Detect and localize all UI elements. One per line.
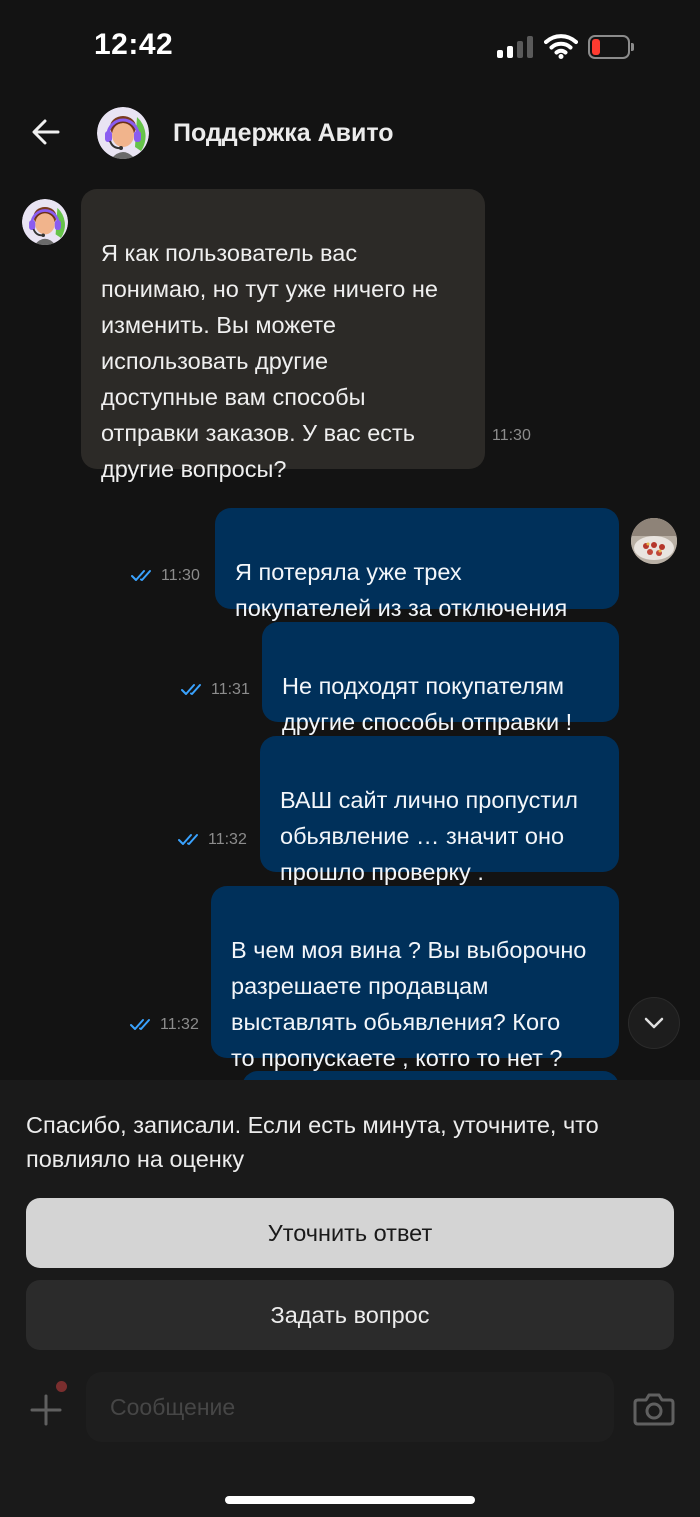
message-input[interactable]: Сообщение [86,1372,614,1442]
outgoing-message-bubble[interactable]: В чем моя вина ? Вы выборочно разрешаете… [211,886,619,1071]
status-bar: 12:42 [0,0,700,92]
feedback-sheet: Спасибо, записали. Если есть минута, уто… [0,1080,700,1517]
support-agent-avatar-icon [22,199,68,245]
message-text: Я как пользователь вас понимаю, но тут у… [101,240,438,482]
clarify-answer-button[interactable]: Уточнить ответ [26,1198,674,1268]
double-check-icon [181,684,201,695]
double-check-icon [130,1019,150,1030]
message-meta: 11:32 [178,830,247,850]
message-text: ВАШ сайт лично пропустил обьявление … зн… [280,787,578,885]
double-check-icon [131,570,151,581]
message-meta: 11:31 [181,680,250,700]
plus-icon[interactable] [24,1388,68,1432]
message-text: Не подходят покупателям другие способы о… [282,673,573,735]
message-text: В чем моя вина ? Вы выборочно разрешаете… [231,937,587,1071]
incoming-message-bubble[interactable]: Я как пользователь вас понимаю, но тут у… [81,189,485,482]
message-meta: 11:32 [130,1015,199,1035]
chat-header: Поддержка Авито [0,92,700,178]
feedback-text: Спасибо, записали. Если есть минута, уто… [26,1112,599,1172]
notification-dot [56,1381,67,1392]
camera-icon[interactable] [632,1388,676,1428]
outgoing-message-bubble[interactable]: Я потеряла уже трех покупателей из за от… [215,508,619,621]
arrow-left-icon[interactable] [26,112,66,152]
message-list[interactable]: Я как пользователь вас понимаю, но тут у… [0,178,700,1080]
ask-question-button[interactable]: Задать вопрос [26,1280,674,1350]
outgoing-message-bubble[interactable]: ВАШ сайт лично пропустил обьявление … зн… [260,736,619,885]
support-agent-avatar-icon[interactable] [97,107,149,159]
chat-title: Поддержка Авито [173,119,394,147]
message-meta: 11:30 [131,566,200,586]
double-check-icon [178,834,198,845]
message-time: 11:31 [211,681,250,698]
message-time: 11:32 [160,1016,199,1033]
message-time: 11:30 [161,567,200,584]
outgoing-message-bubble[interactable] [242,1071,619,1080]
home-indicator [225,1496,475,1504]
message-time: 11:30 [492,427,531,444]
chevron-down-icon [644,1017,664,1029]
message-input-placeholder: Сообщение [110,1393,236,1420]
message-time: 11:32 [208,831,247,848]
message-composer: Сообщение [0,1370,700,1450]
user-avatar[interactable] [631,518,677,564]
battery-icon [588,35,634,59]
wifi-icon [544,34,578,59]
chat-screen: 12:42 Поддержка Авито Я как пользователь… [0,0,700,1517]
cellular-signal-icon [497,36,535,58]
message-text: Я потеряла уже трех покупателей из за от… [235,559,568,621]
outgoing-message-bubble[interactable]: Не подходят покупателям другие способы о… [262,622,619,735]
status-time: 12:42 [94,28,174,61]
scroll-down-button[interactable] [628,997,680,1049]
